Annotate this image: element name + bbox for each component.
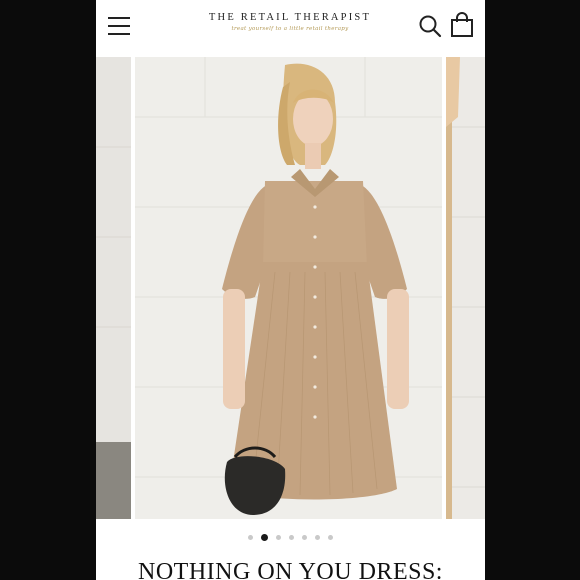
product-image-gallery[interactable] bbox=[96, 57, 485, 519]
mobile-screen: THE RETAIL THERAPIST treat yourself to a… bbox=[96, 0, 485, 580]
brand-name: THE RETAIL THERAPIST bbox=[208, 12, 372, 23]
product-photo[interactable] bbox=[135, 57, 442, 519]
brand-logo[interactable]: THE RETAIL THERAPIST treat yourself to a… bbox=[192, 12, 388, 32]
brand-tagline: treat yourself to a little retail therap… bbox=[231, 26, 349, 32]
search-icon[interactable] bbox=[418, 14, 442, 38]
previous-slide[interactable] bbox=[96, 57, 131, 519]
hamburger-menu-icon[interactable] bbox=[108, 14, 132, 38]
product-title: NOTHING ON YOU DRESS: bbox=[138, 559, 443, 580]
pagination-dot-active[interactable] bbox=[261, 534, 268, 541]
shopping-bag-icon[interactable] bbox=[450, 12, 474, 38]
gallery-pagination bbox=[96, 534, 485, 546]
pagination-dot[interactable] bbox=[248, 535, 253, 540]
pagination-dot[interactable] bbox=[276, 535, 281, 540]
pagination-dot[interactable] bbox=[289, 535, 294, 540]
next-slide[interactable] bbox=[446, 57, 485, 519]
pagination-dot[interactable] bbox=[315, 535, 320, 540]
site-header: THE RETAIL THERAPIST treat yourself to a… bbox=[96, 0, 485, 56]
pagination-dot[interactable] bbox=[328, 535, 333, 540]
pagination-dot[interactable] bbox=[302, 535, 307, 540]
